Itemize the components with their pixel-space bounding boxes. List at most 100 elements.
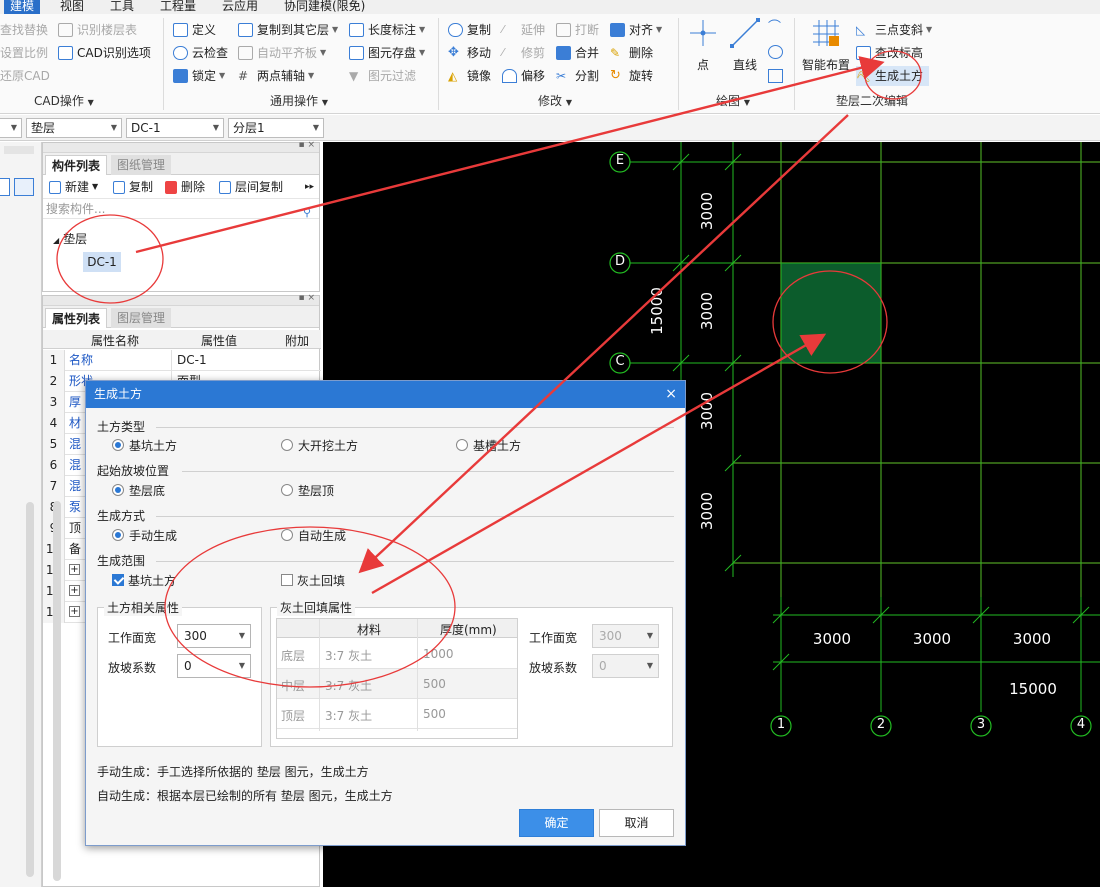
col-material: 材料 xyxy=(357,623,382,637)
radio-dot xyxy=(456,439,468,451)
radio-large-excavation[interactable]: 大开挖土方 xyxy=(281,437,358,453)
two-point-axis-button[interactable]: # 两点辅轴 ▼ xyxy=(238,66,314,86)
slope-coef-combo[interactable]: 0 ▼ xyxy=(177,654,251,678)
axis-label-e: E xyxy=(615,153,625,168)
rotate-button[interactable]: ↻ 旋转 xyxy=(610,66,653,86)
set-scale-button[interactable]: 设置比例 xyxy=(0,43,48,63)
backfill-work-width-combo[interactable]: 300 ▼ xyxy=(592,624,659,648)
cancel-button[interactable]: 取消 xyxy=(599,809,674,837)
gen-earthwork-button[interactable]: ⛏ 生成土方 xyxy=(856,66,930,86)
grid-view-icon[interactable] xyxy=(14,178,34,196)
floor-select[interactable]: ▼ xyxy=(0,118,22,138)
expand-plus-icon[interactable]: + xyxy=(69,585,80,596)
line-draw-button[interactable]: 直线 xyxy=(728,16,762,73)
menu-build[interactable]: 建模 xyxy=(4,0,41,14)
extend-button[interactable]: ⁄ 延伸 xyxy=(502,20,545,40)
break-button[interactable]: 打断 xyxy=(556,20,599,40)
component-type-select[interactable]: 垫层 ▼ xyxy=(26,118,122,138)
check-lime-backfill[interactable]: 灰土回填 xyxy=(281,572,345,588)
cad-ops-group-label: CAD操作 ▼ xyxy=(34,94,94,108)
table-row[interactable]: 顶层 3:7 灰土 500 xyxy=(277,699,517,729)
radio-cushion-top[interactable]: 垫层顶 xyxy=(281,482,334,498)
identify-floor-table-button[interactable]: 识别楼层表 xyxy=(58,20,137,40)
find-replace-button[interactable]: 查找替换 xyxy=(0,20,48,40)
radio-pit-earthwork[interactable]: 基坑土方 xyxy=(112,437,177,453)
pin-icon[interactable]: ▪ × xyxy=(298,140,315,150)
table-row[interactable]: 中层 3:7 灰土 500 xyxy=(277,669,517,699)
check-pit-earthwork[interactable]: 基坑土方 xyxy=(112,572,176,588)
search-icon[interactable]: ⚲ xyxy=(303,206,311,219)
arc-draw-button[interactable]: ⌒ xyxy=(768,18,787,38)
radio-trench-earthwork[interactable]: 基槽土方 xyxy=(456,437,521,453)
new-component-button[interactable]: 新建 ▼ xyxy=(49,177,98,197)
sublayer-select[interactable]: 分层1 ▼ xyxy=(228,118,324,138)
tree-node-cushion[interactable]: ◢ 垫层 xyxy=(53,230,87,247)
merge-button[interactable]: 合并 xyxy=(556,43,599,63)
delete-component-button[interactable]: 删除 xyxy=(165,177,205,197)
group-separator xyxy=(678,18,679,110)
component-name-select[interactable]: DC-1 ▼ xyxy=(126,118,224,138)
length-dim-button[interactable]: 长度标注 ▼ xyxy=(349,20,425,40)
expand-plus-icon[interactable]: + xyxy=(69,606,80,617)
menu-tools[interactable]: 工具 xyxy=(104,0,140,14)
rect-draw-button[interactable] xyxy=(768,66,787,86)
restore-cad-button[interactable]: 还原CAD xyxy=(0,66,50,86)
table-row[interactable]: 1 名称 DC-1 xyxy=(43,350,321,371)
lock-button[interactable]: 锁定 ▼ xyxy=(173,66,225,86)
menu-cloud[interactable]: 云应用 xyxy=(216,0,264,14)
earth-props-group: 土方相关属性 工作面宽 300 ▼ 放坡系数 0 ▼ xyxy=(97,599,262,747)
copy-component-button[interactable]: 复制 xyxy=(113,177,153,197)
cad-options-icon xyxy=(58,46,73,60)
copy-button[interactable]: 复制 xyxy=(448,20,491,40)
tab-layer-manage[interactable]: 图层管理 xyxy=(111,308,172,328)
check-modify-elev-button[interactable]: 查改标高 xyxy=(856,43,923,63)
list-view-icon[interactable] xyxy=(0,178,10,196)
copy-to-other-floor-button[interactable]: 复制到其它层 ▼ xyxy=(238,20,338,40)
radio-auto-gen[interactable]: 自动生成 xyxy=(281,527,346,543)
property-scrollbar[interactable] xyxy=(53,501,61,881)
table-row[interactable]: 底层 3:7 灰土 1000 xyxy=(277,639,517,669)
collapse-arrow-icon[interactable]: ◢ xyxy=(53,236,59,245)
cad-identify-options-button[interactable]: CAD识别选项 xyxy=(58,43,151,63)
move-button[interactable]: ✥ 移动 xyxy=(448,43,491,63)
menu-view[interactable]: 视图 xyxy=(54,0,90,14)
element-save-button[interactable]: 图元存盘 ▼ xyxy=(349,43,425,63)
trim-button[interactable]: ⁄ 修剪 xyxy=(502,43,545,63)
property-value[interactable]: DC-1 xyxy=(171,350,281,371)
align-button[interactable]: 对齐 ▼ xyxy=(610,20,662,40)
component-search-input[interactable]: 搜索构件... xyxy=(43,199,319,219)
pin-icon[interactable]: ▪ × xyxy=(298,293,315,303)
tree-node-dc1[interactable]: DC-1 xyxy=(83,252,121,272)
radio-cushion-bottom[interactable]: 垫层底 xyxy=(112,482,165,498)
three-point-slope-button[interactable]: ◺ 三点变斜 ▼ xyxy=(856,20,932,40)
radio-manual-gen[interactable]: 手动生成 xyxy=(112,527,177,543)
left-toolstrip xyxy=(0,142,42,887)
close-icon[interactable]: × xyxy=(665,381,677,408)
tab-component-list[interactable]: 构件列表 xyxy=(45,155,108,175)
menu-collab[interactable]: 协同建模(限免) xyxy=(278,0,371,14)
smart-layout-button[interactable]: 智能布置 xyxy=(800,16,852,73)
break-icon xyxy=(556,23,571,37)
left-scrollbar[interactable] xyxy=(26,502,34,877)
circle-draw-button[interactable] xyxy=(768,42,787,62)
work-width-combo[interactable]: 300 ▼ xyxy=(177,624,251,648)
delete-button[interactable]: ✎ 删除 xyxy=(610,43,653,63)
menu-quantity[interactable]: 工程量 xyxy=(154,0,202,14)
offset-button[interactable]: 偏移 xyxy=(502,66,545,86)
expand-plus-icon[interactable]: + xyxy=(69,564,80,575)
tab-drawing-manage[interactable]: 图纸管理 xyxy=(111,155,172,175)
auto-flat-slab-button[interactable]: 自动平齐板 ▼ xyxy=(238,43,326,63)
split-button[interactable]: ✂ 分割 xyxy=(556,66,599,86)
point-draw-button[interactable]: 点 xyxy=(686,16,720,73)
save-element-icon xyxy=(349,46,364,60)
element-filter-button[interactable]: ▼ 图元过滤 xyxy=(349,66,416,86)
define-button[interactable]: 定义 xyxy=(173,20,216,40)
section-divider xyxy=(156,561,674,562)
mirror-button[interactable]: ◭ 镜像 xyxy=(448,66,491,86)
cloud-check-button[interactable]: 云检查 xyxy=(173,43,228,63)
tab-property-list[interactable]: 属性列表 xyxy=(45,308,108,328)
ok-button[interactable]: 确定 xyxy=(519,809,594,837)
backfill-slope-coef-combo[interactable]: 0 ▼ xyxy=(592,654,659,678)
more-tools-icon[interactable]: ▸▸ xyxy=(305,177,314,197)
floor-copy-button[interactable]: 层间复制 xyxy=(219,177,283,197)
